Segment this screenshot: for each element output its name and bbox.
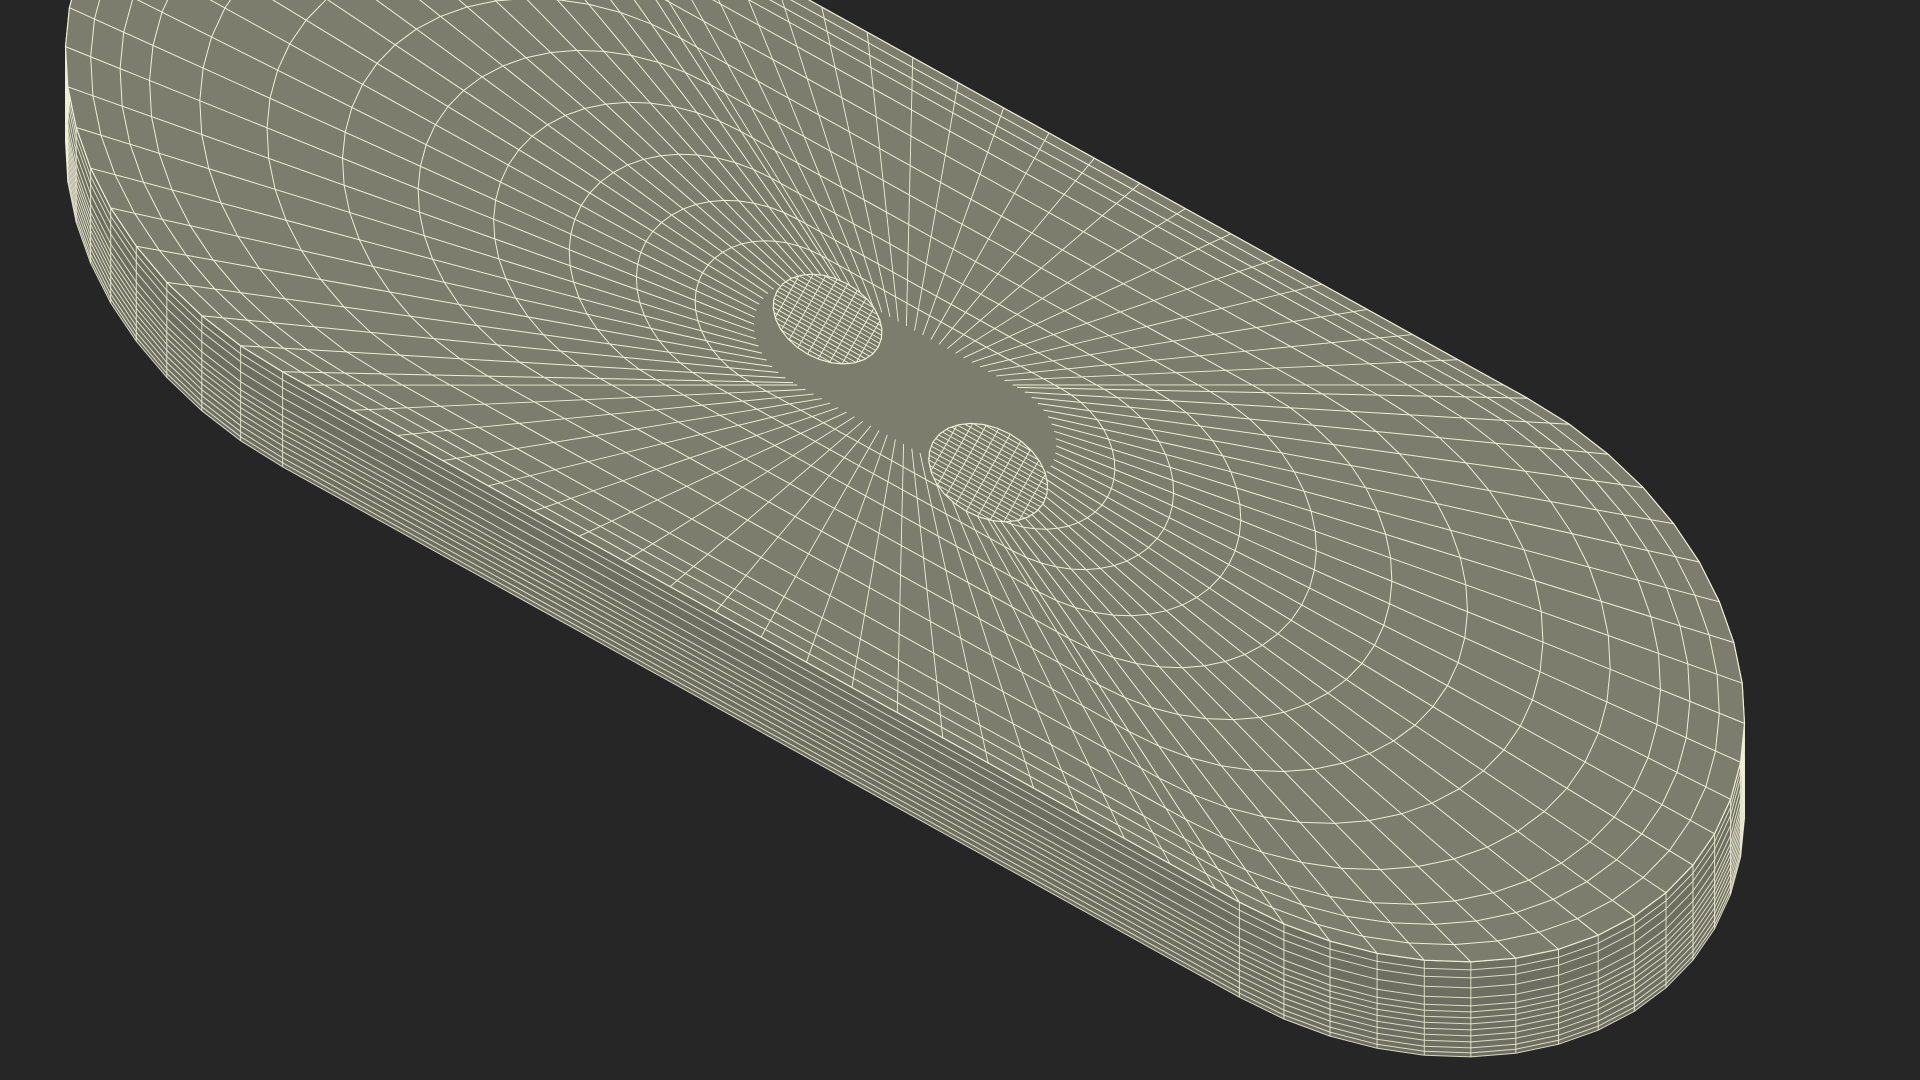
wireframe-render xyxy=(0,0,1920,1080)
side-face xyxy=(1330,941,1378,1049)
side-face xyxy=(1424,960,1471,1057)
3d-viewport[interactable] xyxy=(0,0,1920,1080)
side-face xyxy=(1470,958,1516,1057)
